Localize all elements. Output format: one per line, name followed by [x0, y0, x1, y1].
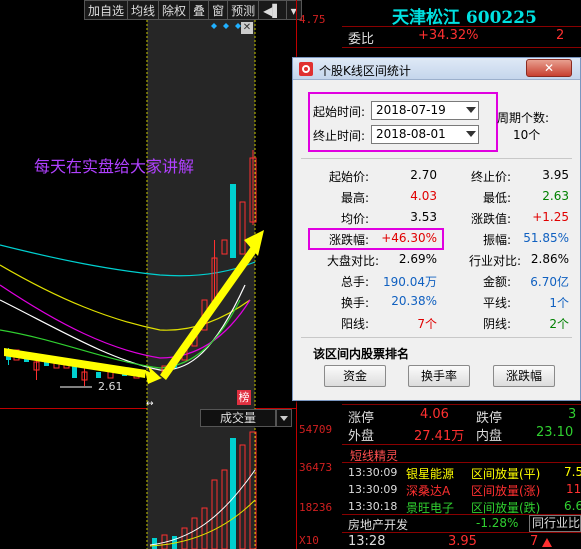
- bottom-price: 3.95: [448, 534, 477, 549]
- close-icon[interactable]: ✕: [241, 22, 253, 34]
- ranking-title: 该区间内股票排名: [313, 347, 410, 361]
- interval-selection-band: [147, 20, 255, 408]
- chevron-down-icon: [466, 131, 476, 137]
- sprite-stock: 深桑达A: [406, 484, 451, 498]
- dialog-titlebar[interactable]: 个股K线区间统计 ✕: [293, 58, 580, 80]
- start-time-label: 起始时间:: [313, 105, 366, 119]
- stat-value: 2.70: [410, 168, 437, 182]
- start-date-value: 2018-07-19: [376, 103, 446, 117]
- stat-label: 总手:: [340, 275, 369, 289]
- end-date-select[interactable]: 2018-08-01: [371, 125, 479, 144]
- dieting-value: 3: [568, 407, 577, 422]
- close-icon: ✕: [543, 61, 555, 75]
- stat-value: 2.63: [542, 189, 569, 203]
- stat-value: 6.70亿: [530, 275, 569, 289]
- axis-price-top: 4.75: [299, 13, 326, 26]
- waipan-label: 外盘: [348, 429, 375, 444]
- sprite-value: 11: [566, 482, 581, 496]
- kline-chart[interactable]: [0, 20, 296, 408]
- stat-value: +1.25: [532, 210, 569, 224]
- low-price-label: 2.61: [98, 380, 123, 393]
- dialog-title: 个股K线区间统计: [319, 64, 411, 78]
- axis-vol-2: 36473: [299, 461, 333, 474]
- end-time-label: 终止时间:: [313, 129, 366, 143]
- sector-change: -1.28%: [476, 516, 519, 530]
- stat-label: 阳线:: [340, 317, 369, 331]
- dialog-close-button[interactable]: ✕: [526, 59, 572, 77]
- volume-indicator-select[interactable]: 成交量: [200, 409, 276, 427]
- zhangting-label: 涨停: [348, 411, 375, 426]
- weibi-value: +34.32%: [418, 28, 479, 43]
- axis-vol-multiplier: X10: [299, 534, 319, 547]
- sprite-value: 6.6: [564, 499, 581, 513]
- stat-label: 均价:: [340, 212, 369, 226]
- waipan-value: 27.41万: [414, 429, 465, 444]
- rank-funds-button[interactable]: 资金: [324, 365, 386, 387]
- sprite-time: 13:30:09: [348, 483, 398, 496]
- volume-chart[interactable]: [0, 408, 296, 549]
- stock-title: 天津松江 600225: [392, 8, 537, 28]
- sprite-time: 13:30:18: [348, 500, 398, 513]
- overlay-button[interactable]: 叠: [189, 0, 210, 20]
- bottom-time: 13:28: [348, 534, 386, 549]
- app-logo-icon: [299, 62, 313, 76]
- dialog-divider: [301, 337, 572, 338]
- rank-tag[interactable]: 榜: [237, 390, 251, 405]
- chevron-down-icon: [466, 107, 476, 113]
- sprite-event: 区间放量(平): [471, 467, 541, 481]
- stat-value: 20.38%: [391, 294, 437, 308]
- sprite-time: 13:30:09: [348, 466, 398, 479]
- stat-value: 3.53: [410, 210, 437, 224]
- up-arrow-icon: [542, 538, 552, 547]
- period-count-value: 10个: [513, 128, 541, 142]
- rank-turnover-button[interactable]: 换手率: [408, 365, 470, 387]
- stat-value: 1个: [549, 296, 569, 310]
- end-date-value: 2018-08-01: [376, 127, 446, 141]
- stat-value: 2.86%: [530, 252, 569, 266]
- stat-value: 2个: [549, 317, 569, 331]
- period-count-label: 周期个数:: [497, 111, 550, 125]
- stat-value: 3.95: [542, 168, 569, 182]
- zhangting-value: 4.06: [420, 407, 449, 422]
- dialog-divider: [301, 158, 572, 159]
- chart-toolbar: 加自选 均线 除权 叠 窗 预测 ◀▌ ▾: [84, 0, 302, 20]
- weibi-label: 委比: [348, 32, 375, 47]
- moving-average-button[interactable]: 均线: [127, 0, 160, 20]
- forecast-button[interactable]: 预测: [227, 0, 260, 20]
- stat-value: 190.04万: [383, 275, 437, 289]
- sprite-value: 7.5: [564, 465, 581, 479]
- pin-icon[interactable]: ◀▌: [258, 0, 287, 20]
- stat-value: 7个: [417, 317, 437, 331]
- volume-indicator-label: 成交量: [219, 411, 256, 425]
- stat-label: 起始价:: [328, 170, 369, 184]
- axis-vol-1: 54709: [299, 423, 333, 436]
- neipan-label: 内盘: [476, 429, 503, 444]
- industry-compare-button[interactable]: 同行业比较: [529, 515, 581, 532]
- sprite-stock: 银星能源: [406, 467, 455, 481]
- stat-label: 最高:: [340, 191, 369, 205]
- rank-change-button[interactable]: 涨跌幅: [493, 365, 555, 387]
- stat-label: 大盘对比:: [327, 254, 380, 268]
- stat-label: 换手:: [340, 296, 369, 310]
- change-pct-highlight: [308, 228, 444, 250]
- window-button[interactable]: 窗: [208, 0, 229, 20]
- neipan-value: 23.10: [536, 425, 574, 440]
- stat-value: 2.69%: [398, 252, 437, 266]
- axis-vol-3: 18236: [299, 501, 333, 514]
- volume-dropdown-icon[interactable]: [276, 409, 292, 427]
- start-date-select[interactable]: 2018-07-19: [371, 101, 479, 120]
- add-watchlist-button[interactable]: 加自选: [84, 0, 129, 20]
- interval-stats-dialog: 个股K线区间统计 ✕ 起始时间: 2018-07-19 终止时间: 2018-0…: [292, 57, 581, 401]
- weibi-extra: 2: [556, 28, 565, 43]
- dieting-label: 跌停: [476, 411, 503, 426]
- chart-annotation: 每天在实盘给大家讲解: [34, 157, 195, 176]
- sector-name[interactable]: 房地产开发: [348, 516, 408, 533]
- stat-value: 51.85%: [523, 231, 569, 245]
- bottom-volume: 7: [530, 534, 539, 549]
- ex-rights-button[interactable]: 除权: [158, 0, 191, 20]
- sprite-event: 区间放量(涨): [471, 484, 541, 498]
- stat-value: 4.03: [410, 189, 437, 203]
